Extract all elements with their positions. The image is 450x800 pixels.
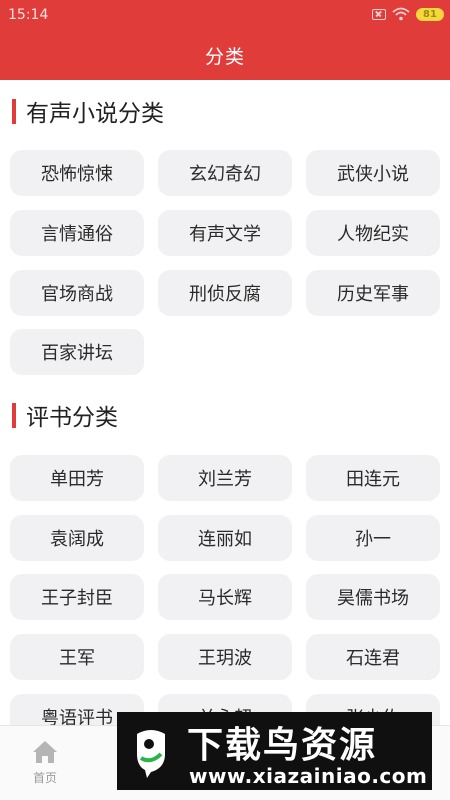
category-tag[interactable]: 恐怖惊悚: [10, 150, 144, 196]
wifi-icon: [392, 7, 410, 21]
category-tag[interactable]: 武侠小说: [306, 150, 440, 196]
storyteller-tag[interactable]: 石连君: [306, 634, 440, 680]
section-accent-bar: [12, 98, 16, 124]
category-list[interactable]: 有声小说分类 恐怖惊悚 玄幻奇幻 武侠小说 言情通俗 有声文学 人物纪实 官场商…: [0, 80, 450, 725]
status-icons: 81: [372, 7, 444, 21]
category-tag[interactable]: 官场商战: [10, 270, 144, 316]
storyteller-tag[interactable]: 马长辉: [158, 574, 292, 620]
section-title-audio-novels: 有声小说分类: [12, 96, 164, 127]
category-tag[interactable]: 百家讲坛: [10, 329, 144, 375]
status-time: 15:14: [8, 7, 49, 23]
nav-home-tab[interactable]: 首页: [22, 738, 68, 786]
battery-indicator: 81: [416, 7, 444, 21]
category-tag[interactable]: 玄幻奇幻: [158, 150, 292, 196]
storyteller-tag[interactable]: 昊儒书场: [306, 574, 440, 620]
app-header: 15:14 81 分类: [0, 0, 450, 80]
category-tag[interactable]: 有声文学: [158, 210, 292, 256]
category-tag[interactable]: 言情通俗: [10, 210, 144, 256]
section-title-storytelling: 评书分类: [12, 400, 118, 431]
page-title: 分类: [204, 46, 245, 68]
storyteller-tag[interactable]: 袁阔成: [10, 515, 144, 561]
watermark-title: 下载鸟资源: [187, 725, 378, 766]
category-tag[interactable]: 历史军事: [306, 270, 440, 316]
nav-home-label: 首页: [32, 771, 57, 785]
no-sim-icon: [372, 8, 386, 20]
storyteller-tag[interactable]: 孙一: [306, 515, 440, 561]
storyteller-tag[interactable]: 单田芳: [10, 455, 144, 501]
category-tag[interactable]: 人物纪实: [306, 210, 440, 256]
storyteller-tag[interactable]: 王军: [10, 634, 144, 680]
watermark-banner: 下载鸟资源 www.xiazainiao.com: [117, 712, 432, 790]
storyteller-tag[interactable]: 王子封臣: [10, 574, 144, 620]
section-title-text: 有声小说分类: [26, 101, 164, 127]
bird-logo-icon: [137, 730, 165, 778]
home-icon: [33, 741, 57, 763]
category-tag[interactable]: 刑侦反腐: [158, 270, 292, 316]
storyteller-tag[interactable]: 连丽如: [158, 515, 292, 561]
storyteller-tag[interactable]: 王玥波: [158, 634, 292, 680]
section-accent-bar: [12, 402, 16, 428]
watermark-url: www.xiazainiao.com: [189, 764, 428, 788]
storyteller-tag[interactable]: 刘兰芳: [158, 455, 292, 501]
status-bar: 15:14 81: [0, 0, 450, 30]
storyteller-tag[interactable]: 田连元: [306, 455, 440, 501]
section-title-text: 评书分类: [26, 405, 118, 431]
